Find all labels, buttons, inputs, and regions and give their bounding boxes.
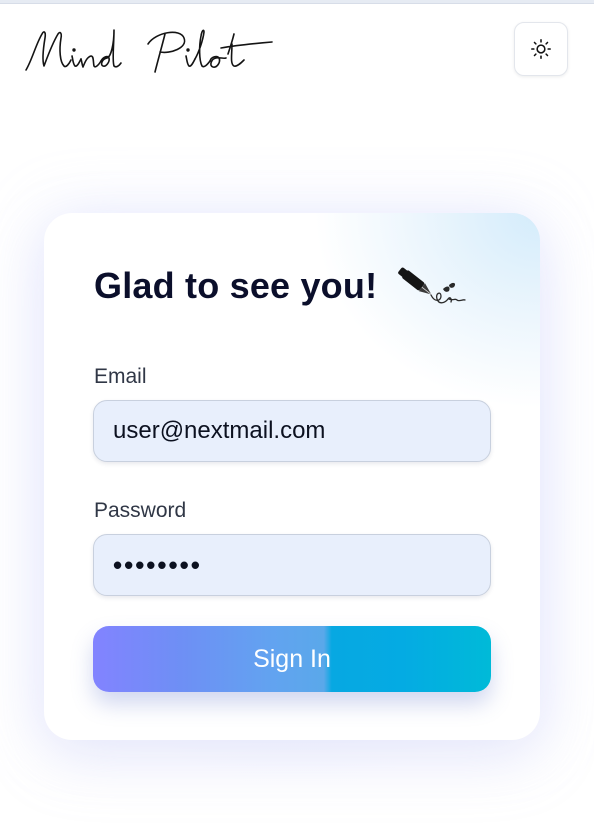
login-card: Glad to see you! Email user@nextmail.com… [44,213,540,740]
email-value: user@nextmail.com [113,417,326,444]
password-value: •••••••• [113,549,202,580]
email-field[interactable]: user@nextmail.com [93,400,491,462]
fountain-pen-icon [398,267,466,304]
email-label: Email [94,365,147,388]
sign-in-button[interactable]: Sign In [93,626,491,692]
theme-toggle-button[interactable] [514,22,568,76]
sun-icon [531,39,551,59]
heading-row: Glad to see you! [94,263,469,309]
password-label: Password [94,499,187,522]
logo[interactable] [22,26,278,76]
sign-in-label: Sign In [253,644,331,673]
top-border [0,0,594,4]
page-title: Glad to see you! [94,265,378,306]
password-field[interactable]: •••••••• [93,534,491,596]
